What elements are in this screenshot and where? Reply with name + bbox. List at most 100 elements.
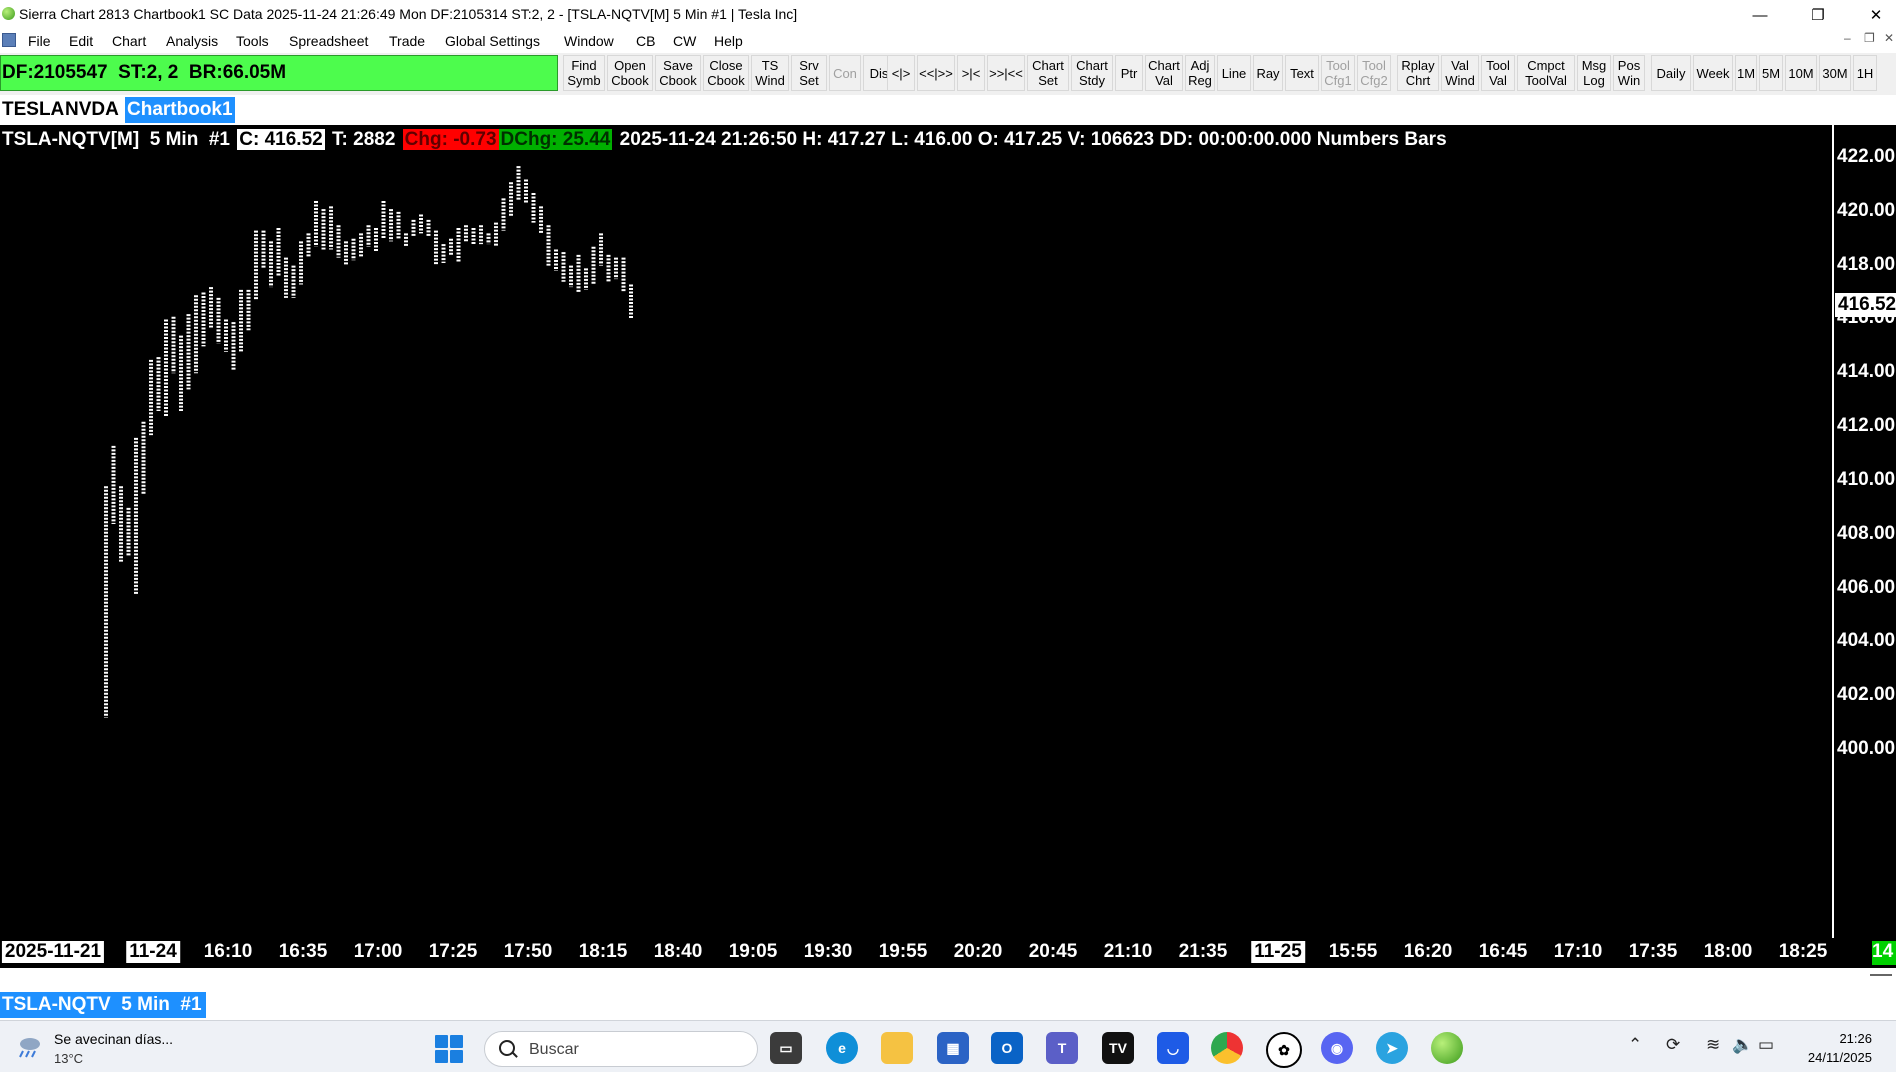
discord-icon[interactable]: ◉	[1321, 1032, 1353, 1064]
tool-config1-button[interactable]: Tool Cfg1	[1321, 55, 1355, 91]
inbox-icon[interactable]: ◡	[1157, 1032, 1189, 1064]
10-minute-timeframe-button[interactable]: 10M	[1785, 55, 1817, 91]
tool-config2-button[interactable]: Tool Cfg2	[1357, 55, 1391, 91]
store-icon[interactable]: ▦	[937, 1032, 969, 1064]
telegram-icon[interactable]: ➤	[1376, 1032, 1408, 1064]
time-axis-label: 18:40	[653, 941, 703, 962]
replay-chart-button[interactable]: Rplay Chrt	[1397, 55, 1439, 91]
chart-studies-button[interactable]: Chart Stdy	[1071, 55, 1113, 91]
menu-help[interactable]: Help	[714, 33, 743, 49]
battery-icon[interactable]: ▭	[1758, 1035, 1774, 1055]
1-hour-timeframe-button[interactable]: 1H	[1853, 55, 1877, 91]
pointer-tool-button[interactable]: Ptr	[1115, 55, 1143, 91]
time-axis-label: 19:30	[803, 941, 853, 962]
find-symbol-button[interactable]: Find Symb	[563, 55, 605, 91]
wifi-icon[interactable]: ≋	[1706, 1035, 1720, 1055]
time-axis-label: 18:25	[1778, 941, 1828, 962]
chart-window-tab[interactable]: TSLA-NQTV 5 Min #1	[0, 992, 206, 1018]
weekly-timeframe-button[interactable]: Week	[1693, 55, 1733, 91]
chart-values-button[interactable]: Chart Val	[1145, 55, 1183, 91]
line-tool-button[interactable]: Line	[1217, 55, 1251, 91]
chartbook-tab-bar: TESLA NVDA Chartbook1	[0, 95, 1896, 125]
compress-button[interactable]: >|<	[957, 55, 985, 91]
scroll-indicator[interactable]	[1870, 974, 1892, 976]
sync-icon[interactable]: ⟳	[1666, 1035, 1680, 1055]
ray-tool-button[interactable]: Ray	[1253, 55, 1283, 91]
daily-timeframe-button[interactable]: Daily	[1651, 55, 1691, 91]
menu-trade[interactable]: Trade	[389, 33, 425, 49]
minimize-button[interactable]: —	[1737, 2, 1783, 28]
scroll-fast-button[interactable]: <<|>>	[917, 55, 955, 91]
save-chartbook-button[interactable]: Save Cbook	[655, 55, 701, 91]
file-explorer-icon[interactable]: ▭	[770, 1032, 802, 1064]
chrome-icon[interactable]	[1211, 1032, 1243, 1064]
values-window-button[interactable]: Val Wind	[1441, 55, 1479, 91]
menu-analysis[interactable]: Analysis	[166, 33, 218, 49]
menu-spreadsheet[interactable]: Spreadsheet	[289, 33, 368, 49]
time-axis-label: 18:15	[578, 941, 628, 962]
show-hidden-icons-icon[interactable]: ⌃	[1628, 1035, 1642, 1055]
price-scale-label: 410.00	[1837, 468, 1896, 490]
window-title: Sierra Chart 2813 Chartbook1 SC Data 202…	[19, 6, 798, 22]
menu-global-settings[interactable]: Global Settings	[445, 33, 540, 49]
price-scale-label: 420.00	[1837, 199, 1896, 221]
edge-icon[interactable]: e	[826, 1032, 858, 1064]
tab-chartbook1[interactable]: Chartbook1	[125, 97, 235, 123]
text-tool-button[interactable]: Text	[1285, 55, 1319, 91]
menu-edit[interactable]: Edit	[69, 33, 93, 49]
volume-icon[interactable]: 🔈	[1732, 1035, 1753, 1055]
compact-tool-values-button[interactable]: Cmpct ToolVal	[1517, 55, 1575, 91]
5-minute-timeframe-button[interactable]: 5M	[1759, 55, 1783, 91]
message-log-button[interactable]: Msg Log	[1577, 55, 1611, 91]
child-restore-button[interactable]: ❐	[1864, 31, 1875, 45]
price-scale-divider[interactable]	[1832, 125, 1834, 938]
adjust-region-button[interactable]: Adj Reg	[1185, 55, 1215, 91]
scroll-center-button[interactable]: <|>	[887, 55, 915, 91]
sierra-chart-taskbar-icon[interactable]	[1431, 1032, 1463, 1064]
open-chartbook-button[interactable]: Open Cbook	[607, 55, 653, 91]
price-scale-label: 418.00	[1837, 253, 1896, 275]
tab-nvda[interactable]: NVDA	[63, 97, 121, 123]
menu-cb[interactable]: CB	[636, 33, 655, 49]
outlook-icon[interactable]: O	[991, 1032, 1023, 1064]
tab-tesla[interactable]: TESLA	[0, 97, 66, 123]
menu-cw[interactable]: CW	[673, 33, 696, 49]
search-icon	[499, 1040, 515, 1056]
tradingview-icon[interactable]: TV	[1102, 1032, 1134, 1064]
time-axis-label: 20:20	[953, 941, 1003, 962]
menu-chart[interactable]: Chart	[112, 33, 146, 49]
windows-start-icon[interactable]	[435, 1035, 465, 1065]
menu-tools[interactable]: Tools	[236, 33, 269, 49]
child-minimize-button[interactable]: –	[1844, 31, 1851, 45]
server-settings-button[interactable]: Srv Set	[791, 55, 827, 91]
price-scale-label: 412.00	[1837, 415, 1896, 437]
time-axis[interactable]: 2025-11-21 11-24 16:10 16:35 17:00 17:25 17:50…	[0, 938, 1896, 968]
close-chartbook-button[interactable]: Close Cbook	[703, 55, 749, 91]
restore-button[interactable]: ❐	[1795, 2, 1841, 28]
connect-button[interactable]: Con	[829, 55, 861, 91]
chart-settings-button[interactable]: Chart Set	[1027, 55, 1069, 91]
ts-window-button[interactable]: TS Wind	[751, 55, 789, 91]
close-button[interactable]: ✕	[1853, 2, 1896, 28]
windows-taskbar: Se avecinan días... 13°C Buscar ▭ e ▦ O …	[0, 1020, 1896, 1072]
menu-file[interactable]: File	[28, 33, 51, 49]
clock-time: 21:26	[1839, 1031, 1872, 1046]
weather-rain-icon[interactable]	[14, 1035, 44, 1059]
tool-values-button[interactable]: Tool Val	[1481, 55, 1515, 91]
positions-window-button[interactable]: Pos Win	[1613, 55, 1645, 91]
30-minute-timeframe-button[interactable]: 30M	[1819, 55, 1851, 91]
chatgpt-icon[interactable]: ✿	[1266, 1032, 1302, 1068]
folder-icon[interactable]	[881, 1032, 913, 1064]
menu-window[interactable]: Window	[564, 33, 614, 49]
taskbar-search[interactable]: Buscar	[484, 1031, 758, 1067]
chart-region[interactable]: TSLA-NQTV[M] 5 Min #1 C: 416.52 T: 2882 …	[0, 125, 1896, 938]
chartbook-window-icon[interactable]	[2, 33, 16, 47]
1-minute-timeframe-button[interactable]: 1M	[1735, 55, 1757, 91]
child-close-button[interactable]: ✕	[1884, 31, 1894, 45]
teams-icon[interactable]: T	[1046, 1032, 1078, 1064]
last-price-tag: 416.52	[1835, 293, 1896, 318]
weather-summary[interactable]: Se avecinan días...	[54, 1031, 173, 1047]
price-scale-label: 422.00	[1837, 146, 1896, 167]
taskbar-clock[interactable]: 21:26 24/11/2025	[1808, 1029, 1872, 1067]
compress-fast-button[interactable]: >>|<<	[987, 55, 1025, 91]
